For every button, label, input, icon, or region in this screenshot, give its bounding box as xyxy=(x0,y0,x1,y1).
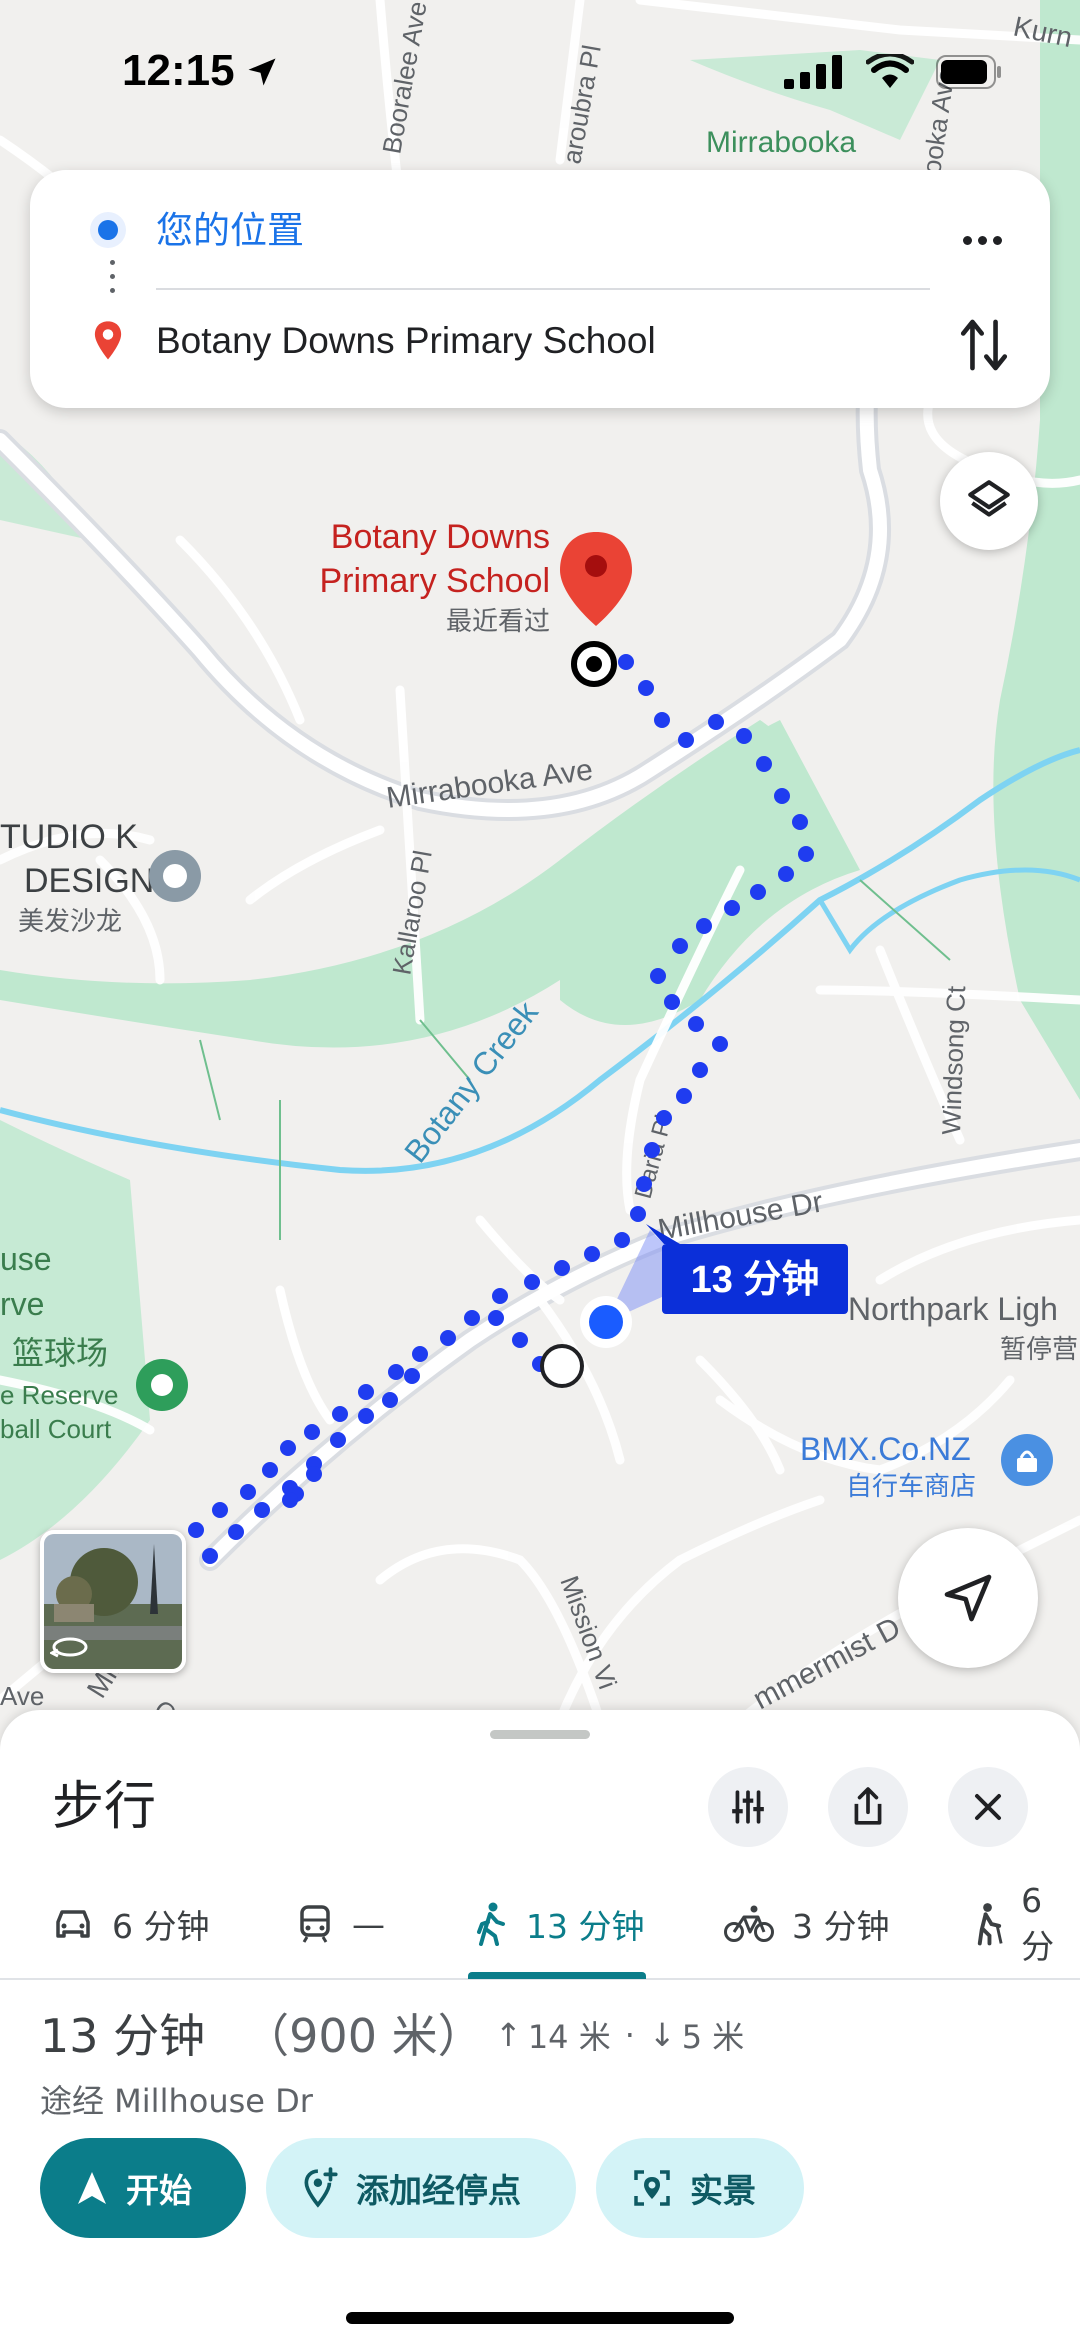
add-stop-button[interactable]: 添加经停点 xyxy=(266,2138,576,2238)
route-card: 您的位置 Botany Downs Primary School xyxy=(30,170,1050,408)
tab-walk[interactable]: 13 分钟 xyxy=(474,1870,644,1978)
street-label-windsong-ct: Windsong Ct xyxy=(936,985,971,1136)
street-label-ave-left: Ave xyxy=(0,1681,44,1711)
poi-studio-label: TUDIO K xyxy=(0,818,138,856)
tab-transit-label: — xyxy=(352,1904,385,1944)
poi-reserve-name-2: ball Court xyxy=(0,1414,112,1444)
walk-icon xyxy=(477,1902,505,1946)
my-location-dot[interactable] xyxy=(580,1296,632,1348)
share-button[interactable] xyxy=(828,1767,908,1847)
navigation-arrow-icon xyxy=(944,1574,992,1622)
share-icon xyxy=(854,1787,882,1825)
origin-field[interactable]: 您的位置 xyxy=(30,170,1050,280)
salon-pin-icon[interactable] xyxy=(149,850,201,902)
tab-bike-label: 3 分钟 xyxy=(792,1907,890,1946)
summary-distance: （900 米） xyxy=(243,2009,484,2063)
start-button-label: 开始 xyxy=(126,2171,192,2210)
sheet-drag-handle[interactable] xyxy=(490,1730,590,1739)
tab-accessible-label: 6 分 xyxy=(1021,1880,1055,1966)
elevation-up: 14 米 xyxy=(527,2018,611,2056)
cellular-signal-icon xyxy=(784,55,842,89)
more-options-button[interactable] xyxy=(954,220,1010,260)
origin-label: 您的位置 xyxy=(156,210,304,251)
destination-small-pin-icon xyxy=(94,321,122,360)
navigation-start-icon xyxy=(78,2172,106,2204)
status-bar: 12:15 xyxy=(0,0,1080,140)
sheet-title: 步行 xyxy=(52,1777,157,1837)
travel-mode-tabs: 6 分钟 — 13 分钟 3 分钟 6 分 xyxy=(0,1870,1080,1980)
route-start-marker xyxy=(540,1344,584,1388)
tab-walk-label: 13 分钟 xyxy=(526,1907,645,1946)
add-stop-label: 添加经停点 xyxy=(356,2171,521,2210)
elevation-up-icon: ↑ xyxy=(495,2016,522,2054)
poi-bmx-category: 自行车商店 xyxy=(846,1471,976,1501)
tab-accessible[interactable]: 6 分 xyxy=(972,1870,1080,1978)
layers-button[interactable] xyxy=(940,452,1038,550)
tab-drive[interactable]: 6 分钟 xyxy=(52,1870,210,1978)
street-view-label: 实景 xyxy=(690,2171,756,2210)
my-location-small-icon xyxy=(90,212,126,248)
status-time: 12:15 xyxy=(122,46,235,95)
360-view-icon xyxy=(50,1637,88,1658)
car-icon xyxy=(56,1910,90,1938)
wifi-icon xyxy=(866,54,914,88)
poi-northpark-label: Northpark Ligh xyxy=(848,1291,1058,1327)
route-options-button[interactable] xyxy=(708,1767,788,1847)
shop-pin-icon[interactable] xyxy=(1001,1434,1053,1486)
poi-studio-label-2: DESIGN xyxy=(24,862,154,900)
summary-time: 13 分钟 xyxy=(40,2009,206,2063)
duration-badge-label: 13 分钟 xyxy=(691,1259,820,1301)
destination-recent-note: 最近看过 xyxy=(446,606,550,636)
start-button[interactable]: 开始 xyxy=(40,2138,246,2238)
poi-reserve-label: use xyxy=(0,1241,52,1277)
poi-reserve-category: 篮球场 xyxy=(12,1335,108,1371)
street-view-button[interactable]: 实景 xyxy=(596,2138,804,2238)
swap-directions-icon[interactable] xyxy=(956,315,1012,375)
location-services-icon xyxy=(248,58,276,86)
poi-northpark-status: 暂停营 xyxy=(1000,1334,1078,1364)
battery-icon xyxy=(936,55,1001,89)
elevation-info: ↑ 14 米 · ↓ 5 米 xyxy=(495,2012,744,2058)
destination-field[interactable]: Botany Downs Primary School xyxy=(30,290,1050,400)
bike-icon xyxy=(724,1905,774,1942)
add-location-icon xyxy=(304,2167,338,2208)
live-view-icon xyxy=(634,2170,670,2206)
poi-bmx-label: BMX.Co.NZ xyxy=(800,1431,971,1467)
directions-sheet: 步行 6 分钟 — 13 分钟 3 分钟 6 分 13 分钟 （900 米） ↑… xyxy=(0,1710,1080,2341)
wheelchair-walk-icon xyxy=(977,1903,1003,1946)
destination-map-label: Botany Downs xyxy=(331,518,550,556)
park-pin-icon[interactable] xyxy=(136,1359,188,1411)
recenter-button[interactable] xyxy=(898,1528,1038,1668)
elevation-down-icon: ↓ xyxy=(648,2016,676,2054)
active-tab-indicator xyxy=(468,1972,646,1979)
tab-bike[interactable]: 3 分钟 xyxy=(724,1870,890,1978)
elevation-separator: · xyxy=(624,2016,635,2054)
destination-label: Botany Downs Primary School xyxy=(156,320,656,361)
destination-map-label-2: Primary School xyxy=(319,562,550,600)
route-summary: 13 分钟 （900 米） xyxy=(40,2000,484,2066)
destination-target-icon xyxy=(571,641,617,687)
poi-reserve-label-2: rve xyxy=(0,1286,44,1322)
close-icon xyxy=(975,1794,1001,1820)
tab-transit[interactable]: — xyxy=(296,1870,385,1978)
elevation-down: 5 米 xyxy=(681,2018,745,2056)
close-button[interactable] xyxy=(948,1767,1028,1847)
poi-reserve-name: e Reserve xyxy=(0,1380,119,1410)
route-via: 途经 Millhouse Dr xyxy=(40,2082,313,2120)
home-indicator xyxy=(346,2312,734,2324)
layers-icon xyxy=(968,480,1010,517)
street-view-thumbnail[interactable] xyxy=(40,1530,186,1673)
poi-studio-category: 美发沙龙 xyxy=(18,906,122,936)
sliders-icon xyxy=(732,1790,764,1824)
transit-icon xyxy=(300,1905,330,1943)
tab-drive-label: 6 分钟 xyxy=(112,1907,210,1946)
